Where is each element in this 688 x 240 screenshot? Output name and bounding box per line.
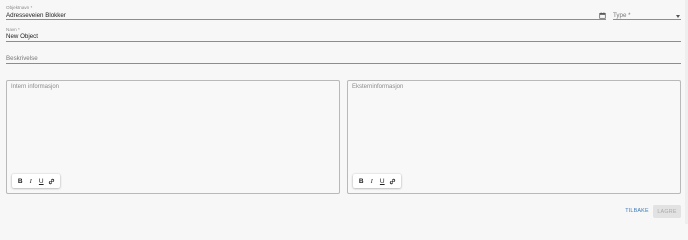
description-underline [6, 63, 681, 64]
italic-button[interactable]: I [26, 175, 37, 187]
save-button[interactable]: LAGRE [653, 205, 681, 218]
underline-button[interactable]: U [377, 175, 388, 187]
type-underline [613, 19, 681, 20]
object-name-underline [6, 19, 606, 20]
ekstern-info-editor[interactable]: Eksterninformasjon B I U [347, 80, 681, 194]
name-value[interactable]: New Object [6, 33, 38, 41]
intern-info-editor[interactable]: Intern informasjon B I U [6, 80, 340, 194]
intern-info-placeholder: Intern informasjon [11, 84, 60, 90]
description-placeholder: Beskrivelse [6, 55, 38, 62]
type-select[interactable]: Type * [613, 4, 681, 20]
object-name-label: Objektnavn * [6, 5, 33, 10]
ekstern-info-placeholder: Eksterninformasjon [352, 84, 404, 90]
object-name-field[interactable]: Objektnavn * Adresseveien Blokker [6, 4, 606, 20]
chevron-down-icon[interactable] [676, 15, 680, 18]
link-icon[interactable] [388, 175, 399, 187]
name-field[interactable]: Navn * New Object [6, 26, 681, 42]
calendar-icon[interactable] [599, 12, 606, 19]
name-underline [6, 41, 681, 42]
underline-button[interactable]: U [36, 175, 47, 187]
italic-button[interactable]: I [367, 175, 378, 187]
description-field[interactable]: Beskrivelse [6, 53, 681, 64]
ekstern-format-toolbar: B I U [353, 174, 401, 188]
link-icon[interactable] [47, 175, 58, 187]
intern-format-toolbar: B I U [12, 174, 60, 188]
bold-button[interactable]: B [356, 175, 367, 187]
back-button[interactable]: TILBAKE [622, 205, 652, 217]
bold-button[interactable]: B [15, 175, 26, 187]
